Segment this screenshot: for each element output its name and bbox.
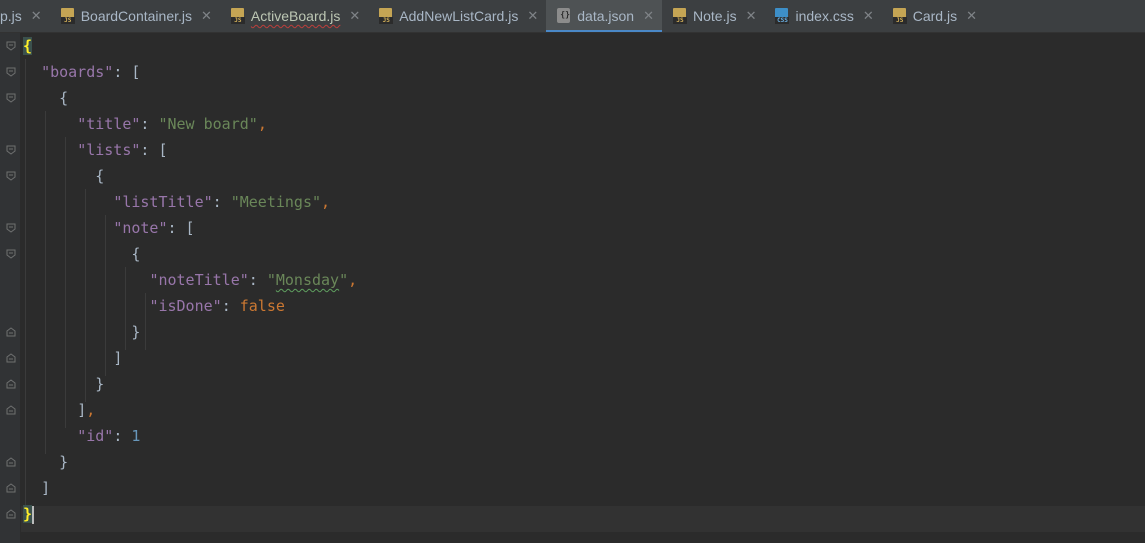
json-key-note: "note"	[113, 219, 168, 237]
close-icon[interactable]: ✕	[527, 8, 538, 24]
close-icon[interactable]: ✕	[643, 8, 654, 24]
tab-activeboard-js[interactable]: JS ActiveBoard.js ✕	[220, 0, 368, 32]
tab-data-json[interactable]: {} data.json ✕	[546, 0, 662, 32]
code-line-7: "listTitle": "Meetings",	[113, 193, 331, 211]
fold-collapse-icon[interactable]	[6, 171, 16, 181]
fold-end-icon[interactable]	[6, 457, 16, 467]
fold-collapse-icon[interactable]	[6, 223, 16, 233]
close-icon[interactable]: ✕	[349, 8, 360, 24]
fold-collapse-icon[interactable]	[6, 93, 16, 103]
json-key-isDone: "isDone"	[149, 297, 222, 315]
gutter-divider	[20, 33, 21, 543]
fold-end-icon[interactable]	[6, 327, 16, 337]
code-editor[interactable]: { "boards": [ { "title": "New board", "l…	[0, 33, 1145, 543]
json-key-boards: "boards"	[41, 63, 114, 81]
fold-end-icon[interactable]	[6, 405, 16, 415]
tab-index-css[interactable]: CSS index.css ✕	[764, 0, 881, 32]
fold-collapse-icon[interactable]	[6, 249, 16, 259]
code-line-12: }	[131, 323, 141, 341]
js-file-icon: JS	[892, 8, 908, 24]
close-icon[interactable]: ✕	[201, 8, 212, 24]
code-line-3: {	[59, 89, 69, 107]
tab-label: data.json	[577, 8, 635, 24]
close-icon[interactable]: ✕	[31, 8, 42, 24]
css-file-icon: CSS	[774, 8, 790, 24]
fold-collapse-icon[interactable]	[6, 145, 16, 155]
code-line-15: ],	[77, 401, 96, 419]
tab-label: index.css	[795, 8, 854, 24]
tab-addnewlistcard-js[interactable]: JS AddNewListCard.js ✕	[368, 0, 546, 32]
tab-p-js[interactable]: p.js ✕	[0, 0, 50, 32]
fold-collapse-icon[interactable]	[6, 41, 16, 51]
code-line-9: {	[131, 245, 141, 263]
close-icon[interactable]: ✕	[863, 8, 874, 24]
json-key-lists: "lists"	[77, 141, 141, 159]
json-file-icon: {}	[556, 8, 572, 24]
fold-end-icon[interactable]	[6, 353, 16, 363]
code-line-18: ]	[41, 479, 51, 497]
matched-brace: }	[23, 505, 33, 523]
code-line-8: "note": [	[113, 219, 195, 237]
tab-label: Card.js	[912, 8, 958, 24]
code-line-5: "lists": [	[77, 141, 168, 159]
code-line-1: {	[23, 33, 33, 59]
fold-end-icon[interactable]	[6, 483, 16, 493]
current-line-highlight	[21, 506, 1145, 532]
fold-collapse-icon[interactable]	[6, 67, 16, 77]
js-file-icon: JS	[230, 8, 246, 24]
js-file-icon: JS	[672, 8, 688, 24]
spelling-warning: Monsday	[275, 271, 340, 289]
js-file-icon: JS	[378, 8, 394, 24]
code-line-11: "isDone": false	[149, 297, 285, 315]
code-line-16: "id": 1	[77, 427, 141, 445]
close-icon[interactable]: ✕	[746, 8, 757, 24]
fold-end-icon[interactable]	[6, 379, 16, 389]
json-value-isDone: false	[239, 297, 285, 315]
code-line-14: }	[95, 375, 105, 393]
json-key-noteTitle: "noteTitle"	[149, 271, 249, 289]
text-caret	[32, 505, 35, 524]
tab-boardcontainer-js[interactable]: JS BoardContainer.js ✕	[50, 0, 220, 32]
js-file-icon: JS	[60, 8, 76, 24]
code-line-4: "title": "New board",	[77, 115, 267, 133]
code-line-10: "noteTitle": "Monsday",	[149, 271, 358, 289]
fold-end-icon[interactable]	[6, 509, 16, 519]
tab-label: BoardContainer.js	[80, 8, 192, 24]
code-line-19: }	[23, 501, 35, 527]
json-key-listTitle: "listTitle"	[113, 193, 213, 211]
code-line-17: }	[59, 453, 69, 471]
json-value-noteTitle: "Monsday"	[266, 271, 349, 289]
close-icon[interactable]: ✕	[966, 8, 977, 24]
code-line-2: "boards": [	[41, 63, 141, 81]
tab-label: p.js	[0, 8, 22, 24]
matched-brace: {	[23, 37, 33, 55]
json-key-id: "id"	[77, 427, 114, 445]
json-value-listTitle: "Meetings"	[230, 193, 322, 211]
tab-label: AddNewListCard.js	[399, 8, 519, 24]
tab-label: Note.js	[693, 8, 737, 24]
code-line-13: ]	[113, 349, 123, 367]
json-value-id: 1	[131, 427, 141, 445]
tab-label: ActiveBoard.js	[250, 8, 341, 24]
json-value-title: "New board"	[158, 115, 258, 133]
json-key-title: "title"	[77, 115, 141, 133]
tab-note-js[interactable]: JS Note.js ✕	[662, 0, 764, 32]
editor-tab-bar: p.js ✕ JS BoardContainer.js ✕ JS ActiveBoard.j…	[0, 0, 1145, 33]
tab-card-js[interactable]: JS Card.js ✕	[882, 0, 985, 32]
code-line-6: {	[95, 167, 105, 185]
